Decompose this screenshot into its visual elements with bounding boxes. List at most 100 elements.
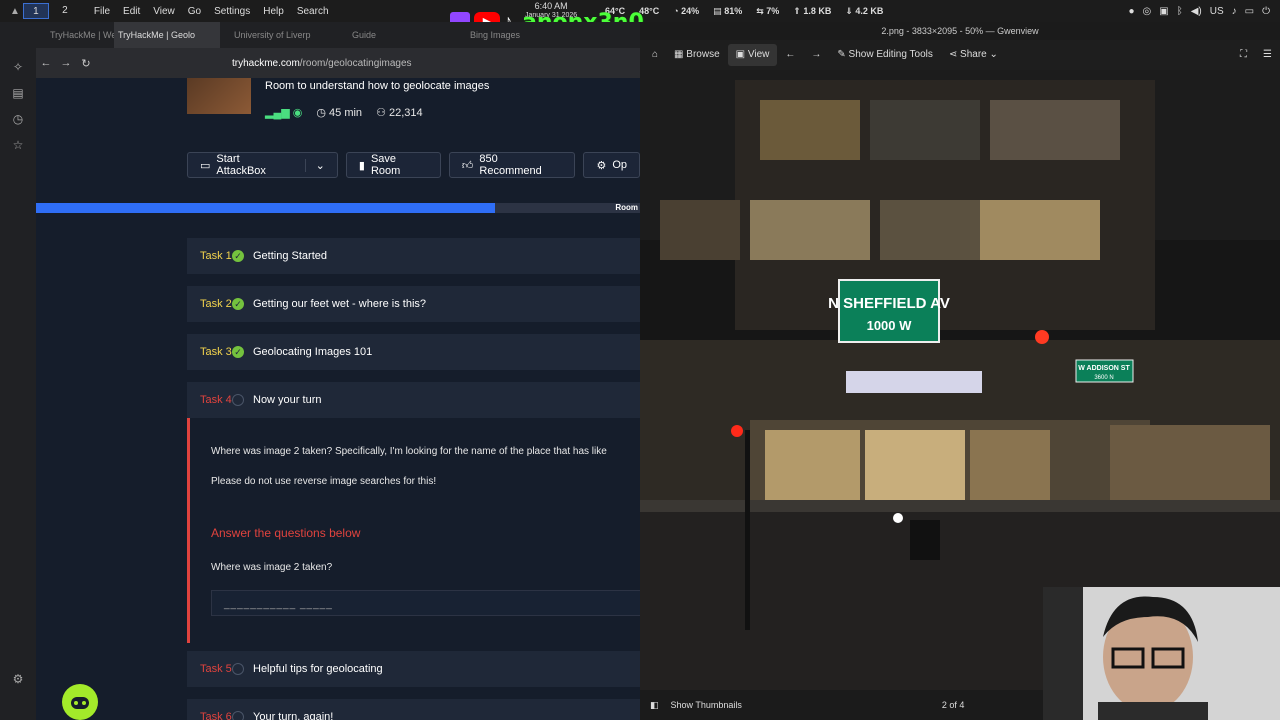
share-button[interactable]: ⋖ Share ⌄ (941, 44, 1006, 66)
start-attackbox-button[interactable]: ▭ Start AttackBox ⌄ (187, 152, 338, 178)
room-actions: ▭ Start AttackBox ⌄ ▮ Save Room 👍︎ 850 R… (187, 152, 640, 178)
browser-window: TryHackMe | Weath TryHackMe | Geolo Univ… (0, 22, 640, 720)
menu-search[interactable]: Search (297, 6, 329, 17)
task-4[interactable]: Task 4 Now your turn (187, 382, 640, 418)
system-stats: 64°C 48°C ◔ 24% ▤ 81% ⇆ 7% ⇑ 1.8 KB ⇓ 4.… (605, 6, 883, 17)
browse-button[interactable]: ▦ Browse (666, 44, 728, 66)
tab-liverpool[interactable]: University of Liverp (220, 30, 338, 40)
tab-weather[interactable]: TryHackMe | Weath (0, 30, 118, 40)
home-icon[interactable]: ⌂ (644, 44, 666, 66)
circle-icon (232, 711, 244, 720)
task-question-text: Where was image 2 taken? Specifically, I… (211, 446, 607, 457)
save-room-button[interactable]: ▮ Save Room (345, 152, 441, 178)
answer-heading: Answer the questions below (211, 526, 361, 540)
tryhackme-logo-icon[interactable] (62, 684, 98, 720)
menu-view[interactable]: View (153, 6, 175, 17)
circle-icon (232, 663, 244, 675)
answer-input[interactable]: ___________ _____ (211, 590, 640, 616)
circle-icon (232, 394, 244, 406)
sign-sheffield: N SHEFFIELD AV (828, 295, 950, 312)
check-icon: ✓ (232, 346, 244, 358)
battery-icon[interactable]: ▭ (1245, 6, 1254, 17)
room-description: Room to understand how to geolocate imag… (265, 80, 490, 92)
task-4-body: Where was image 2 taken? Specifically, I… (187, 418, 640, 643)
bookmarks-icon[interactable]: ☆ (0, 138, 36, 152)
bookmark-icon: ▮ (358, 159, 365, 172)
viewer-toolbar: ⌂ ▦ Browse ▣ View ← → ✎ Show Editing Too… (640, 40, 1280, 70)
editing-tools-button[interactable]: ✎ Show Editing Tools (829, 44, 940, 66)
back-icon[interactable]: ← (36, 57, 56, 69)
user-icon[interactable]: ● (1128, 6, 1134, 17)
thumbnails-icon[interactable]: ◧ (650, 700, 659, 711)
bluetooth-icon[interactable]: ᛒ (1177, 6, 1183, 17)
upload-rate: ⇑ 1.8 KB (793, 5, 832, 16)
system-tray: ● ◎ ▣ ᛒ ◀) US ♪ ▭ ⏻ (1128, 6, 1270, 17)
launcher-icon[interactable]: ▲ (10, 6, 20, 17)
memory-usage: ▤ 81% (713, 5, 743, 16)
webcam-overlay (1043, 587, 1280, 720)
workspace-1[interactable]: 1 (22, 3, 49, 19)
fullscreen-icon[interactable]: ⛶ (1232, 44, 1255, 66)
next-icon[interactable]: → (803, 44, 829, 66)
room-duration: ◷ 45 min (316, 107, 363, 119)
menu-edit[interactable]: Edit (123, 6, 140, 17)
task-1[interactable]: Task 1 ✓ Getting Started (187, 238, 640, 274)
forward-icon[interactable]: → (56, 57, 76, 69)
monitor-icon: ▭ (200, 159, 211, 172)
settings-icon[interactable]: ⚙ (0, 672, 36, 686)
tab-strip: TryHackMe | Weath TryHackMe | Geolo Univ… (0, 22, 640, 48)
task-5[interactable]: Task 5 Helpful tips for geolocating (187, 651, 640, 687)
swap-usage: ⇆ 7% (756, 5, 780, 16)
recommend-button[interactable]: 👍︎ 850 Recommend (448, 152, 576, 178)
history-icon[interactable]: ◷ (0, 112, 36, 126)
show-thumbnails-button[interactable]: Show Thumbnails (671, 700, 742, 710)
network-icon[interactable]: ◎ (1143, 6, 1152, 17)
question-label: Where was image 2 taken? (211, 562, 333, 573)
menu-go[interactable]: Go (188, 6, 201, 17)
room-progress-fill (36, 203, 496, 213)
check-icon: ✓ (232, 298, 244, 310)
task-2[interactable]: Task 2 ✓ Getting our feet wet - where is… (187, 286, 640, 322)
clipboard-icon[interactable]: ▣ (1159, 6, 1168, 17)
app-menu: File Edit View Go Settings Help Search (94, 6, 329, 17)
task-note: Please do not use reverse image searches… (211, 476, 437, 487)
image-position: 2 of 4 (941, 700, 965, 710)
thumbs-up-icon: 👍︎ (461, 159, 474, 172)
check-icon: ✓ (232, 250, 244, 262)
gear-icon: ⚙ (596, 159, 607, 172)
room-progress-label: Room (615, 203, 638, 212)
sign-sheffield-number: 1000 W (867, 318, 913, 333)
room-users: ⚇ 22,314 (376, 107, 423, 119)
task-6[interactable]: Task 6 Your turn, again! (187, 699, 640, 720)
volume-icon[interactable]: ◀) (1191, 6, 1202, 17)
menu-help[interactable]: Help (263, 6, 284, 17)
cpu-usage: ◔ 24% (673, 5, 700, 16)
menu-settings[interactable]: Settings (214, 6, 250, 17)
notes-icon[interactable]: ▤ (0, 86, 36, 100)
tab-bing[interactable]: Bing Images (456, 30, 574, 40)
room-meta: ▂▄▆ ◉ ◷ 45 min ⚇ 22,314 (265, 106, 423, 119)
reload-icon[interactable]: ↻ (76, 57, 96, 70)
power-icon[interactable]: ⏻ (1262, 6, 1270, 17)
ai-icon[interactable]: ✧ (0, 60, 36, 74)
url-field[interactable]: tryhackme.com/room/geolocatingimages (232, 58, 412, 69)
options-button[interactable]: ⚙ Op (583, 152, 640, 178)
tryhackme-page: Room to understand how to geolocate imag… (36, 78, 640, 720)
tab-guide[interactable]: Guide (338, 30, 456, 40)
difficulty-icon: ▂▄▆ ◉ (265, 107, 303, 119)
room-progress: Room (36, 203, 640, 213)
room-thumbnail (187, 78, 251, 114)
keyboard-layout[interactable]: US (1210, 6, 1224, 17)
hamburger-menu-icon[interactable]: ☰ (1255, 44, 1280, 66)
tab-geolocating[interactable]: TryHackMe | Geolo (114, 22, 220, 48)
browser-sidebar: ✧ ▤ ◷ ☆ ⚙ (0, 48, 36, 720)
workspace-2[interactable]: 2 (52, 3, 78, 19)
task-3[interactable]: Task 3 ✓ Geolocating Images 101 (187, 334, 640, 370)
menu-file[interactable]: File (94, 6, 110, 17)
mic-icon[interactable]: ♪ (1232, 6, 1237, 17)
chevron-down-icon[interactable]: ⌄ (304, 158, 325, 172)
view-button[interactable]: ▣ View (727, 44, 778, 66)
image-viewer-window: 2.png - 3833×2095 - 50% — Gwenview ⌂ ▦ B… (640, 22, 1280, 720)
previous-icon[interactable]: ← (777, 44, 803, 66)
address-bar: ← → ↻ tryhackme.com/room/geolocatingimag… (0, 48, 640, 78)
